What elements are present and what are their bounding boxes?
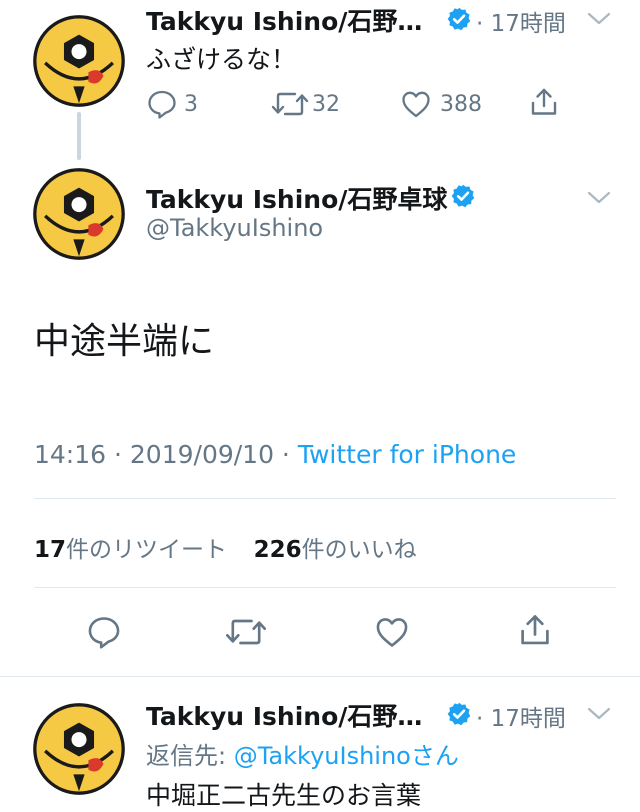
chevron-down-icon[interactable] <box>586 11 612 27</box>
reply-context: 返信先: @TakkyuIshinoさん <box>146 736 459 771</box>
tweet-source[interactable]: Twitter for iPhone <box>298 440 516 469</box>
tweet-text: ふざけるな！ <box>146 45 297 74</box>
thread-line <box>77 112 81 160</box>
author-name[interactable]: Takkyu Ishino/石野… <box>146 697 422 733</box>
retweets-link[interactable]: 17件のリツイート <box>34 537 227 563</box>
author-name[interactable]: Takkyu Ishino/石野卓球 <box>146 180 447 216</box>
retweet-icon <box>224 614 268 650</box>
tweet-time: 14:16 <box>34 440 107 469</box>
retweet-count: 32 <box>312 91 340 117</box>
tweet-time[interactable]: · 17時間 <box>476 4 566 38</box>
divider <box>34 587 616 588</box>
share-icon <box>517 612 553 648</box>
reply-button[interactable] <box>86 614 122 650</box>
reply-icon <box>86 614 122 650</box>
retweet-icon <box>270 88 310 120</box>
retweet-total: 17 <box>34 537 67 563</box>
reply-handle-link[interactable]: @TakkyuIshinoさん <box>234 742 459 770</box>
avatar[interactable] <box>32 167 126 261</box>
verified-icon <box>446 701 472 727</box>
share-button[interactable] <box>517 612 553 648</box>
chevron-down-icon[interactable] <box>586 706 612 722</box>
like-total: 226 <box>253 537 302 563</box>
like-button[interactable]: 388 <box>400 88 482 120</box>
divider <box>34 498 616 499</box>
verified-icon <box>446 6 472 32</box>
share-icon <box>528 86 560 118</box>
reply-button[interactable]: 3 <box>146 88 198 120</box>
engagement-stats: 17件のリツイート 226件のいいね <box>34 530 417 564</box>
like-count: 388 <box>440 91 482 117</box>
verified-icon <box>450 183 476 209</box>
retweet-button[interactable]: 32 <box>270 88 340 120</box>
tweet-text: 中途半端に <box>34 321 215 362</box>
tweet-meta: 14:16 · 2019/09/10 · Twitter for iPhone <box>34 440 516 469</box>
author-handle[interactable]: @TakkyuIshino <box>146 214 323 242</box>
author-name[interactable]: Takkyu Ishino/石野… <box>146 2 422 38</box>
reply-prefix: 返信先: <box>146 742 227 770</box>
like-icon <box>400 88 432 120</box>
like-icon <box>374 614 410 650</box>
chevron-down-icon[interactable] <box>586 190 612 206</box>
tweet-date: · 2019/09/10 · <box>114 440 290 469</box>
like-label: 件のいいね <box>301 537 417 563</box>
reply-count: 3 <box>184 91 198 117</box>
tweet-time[interactable]: · 17時間 <box>476 699 566 733</box>
reply-icon <box>146 88 178 120</box>
avatar[interactable] <box>32 14 126 108</box>
tweet-text: 中堀正二古先生のお言葉 <box>146 781 422 810</box>
share-button[interactable] <box>528 86 560 118</box>
likes-link[interactable]: 226件のいいね <box>254 537 417 563</box>
avatar[interactable] <box>32 702 126 796</box>
retweet-label: 件のリツイート <box>66 537 228 563</box>
divider <box>0 676 640 677</box>
retweet-button[interactable] <box>224 614 268 650</box>
like-button[interactable] <box>374 614 410 650</box>
